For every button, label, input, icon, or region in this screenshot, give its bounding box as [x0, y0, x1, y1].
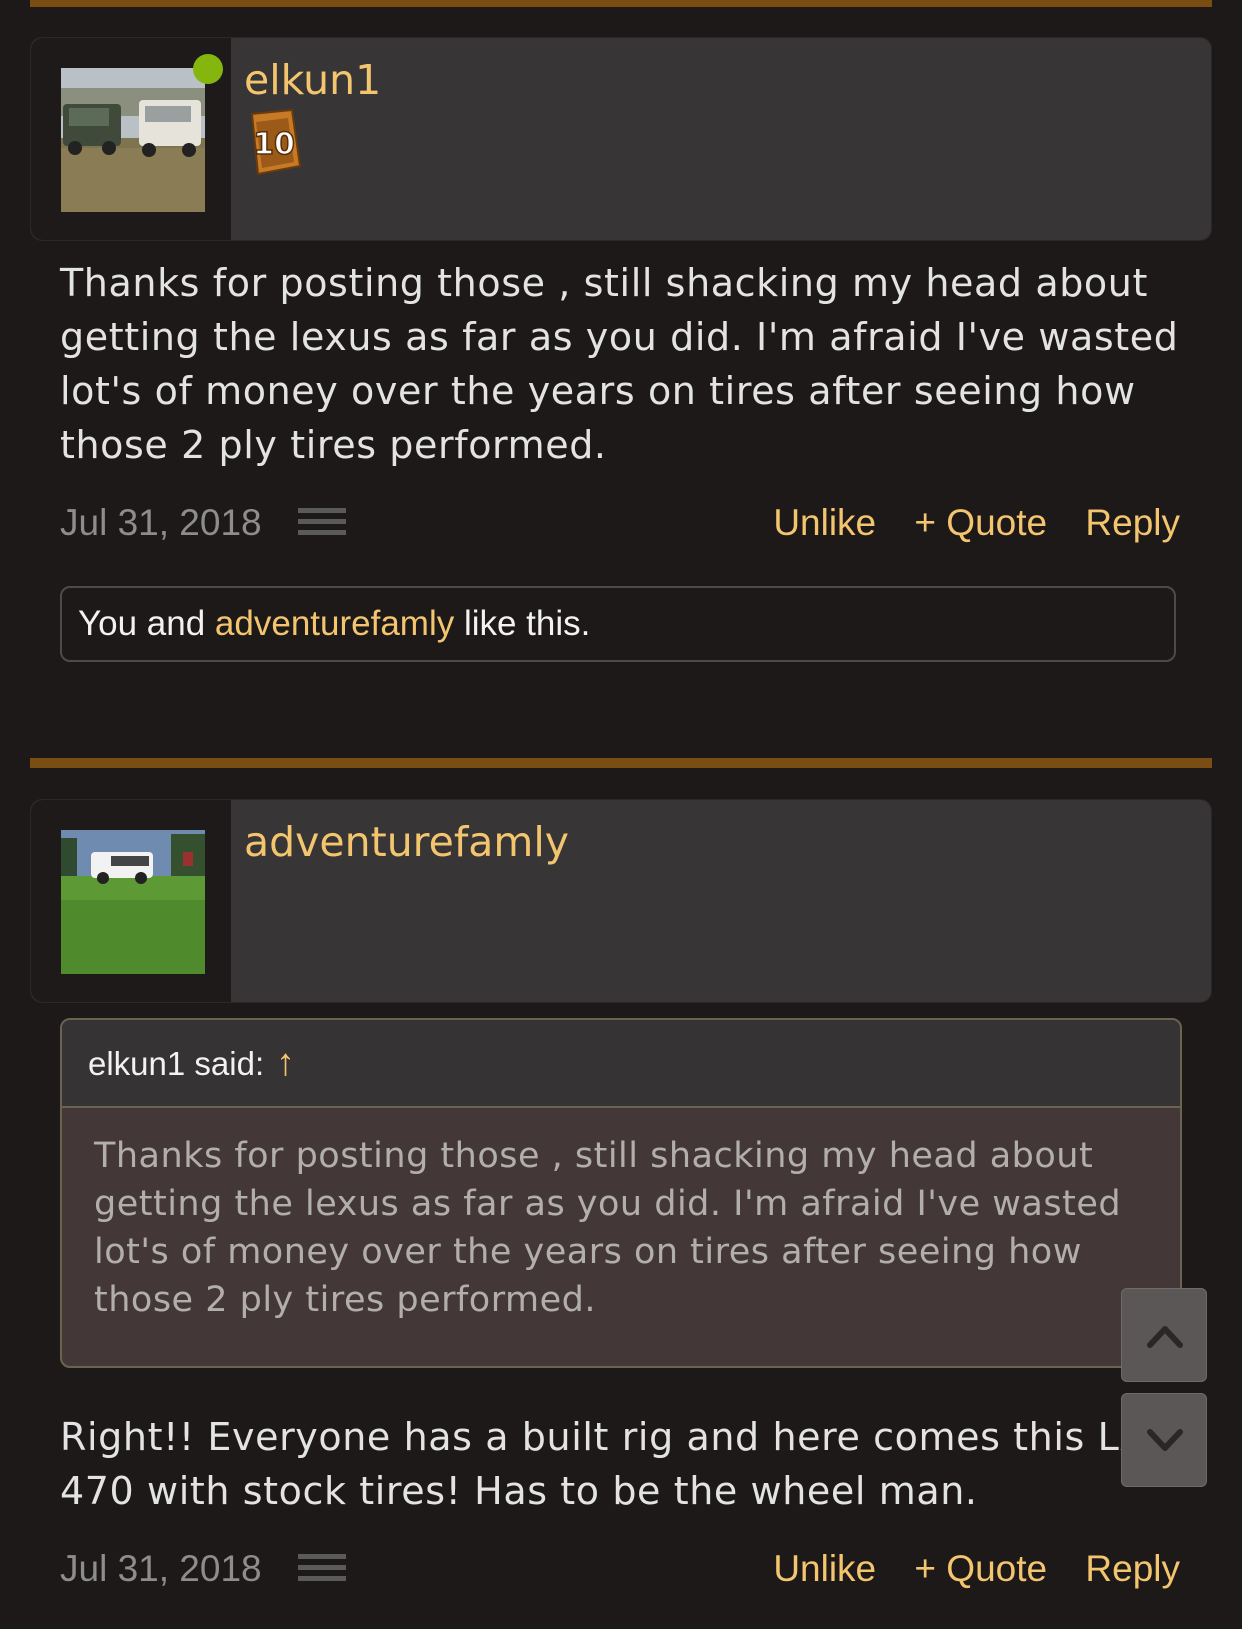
unlike-button[interactable]: Unlike: [773, 502, 876, 543]
liker-link[interactable]: adventurefamly: [215, 604, 454, 643]
jump-to-quote-icon[interactable]: ↑: [276, 1042, 295, 1084]
likes-suffix: like this.: [454, 604, 591, 643]
scroll-up-button[interactable]: [1121, 1288, 1207, 1382]
menu-icon[interactable]: [298, 508, 346, 540]
post-message: Thanks for posting those , still shackin…: [60, 261, 1179, 467]
post-divider-top: [30, 0, 1212, 7]
quote-author: elkun1 said:: [88, 1045, 265, 1082]
quote-header: elkun1 said: ↑: [62, 1020, 1180, 1108]
trophy-badge-icon[interactable]: 10: [244, 108, 304, 178]
post-actions: Unlike + Quote Reply: [745, 1548, 1180, 1590]
online-status-indicator: [193, 54, 223, 84]
post-message: Right!! Everyone has a built rig and her…: [60, 1415, 1146, 1513]
user-card-adventurefamly: adventurefamly: [30, 799, 1212, 1003]
likes-prefix: You and: [78, 604, 215, 643]
reply-button[interactable]: Reply: [1085, 1548, 1180, 1589]
avatar-container: [31, 800, 231, 1002]
quote-button[interactable]: + Quote: [914, 1548, 1047, 1589]
post-divider: [30, 758, 1212, 768]
post-actions: Unlike + Quote Reply: [745, 502, 1180, 544]
quote-block: elkun1 said: ↑ Thanks for posting those ,…: [60, 1018, 1182, 1368]
reply-button[interactable]: Reply: [1085, 502, 1180, 543]
avatar[interactable]: [61, 830, 205, 974]
chevron-up-icon: [1147, 1326, 1183, 1348]
avatar-container: [31, 38, 231, 240]
quote-button[interactable]: + Quote: [914, 502, 1047, 543]
quote-text: Thanks for posting those , still shackin…: [94, 1136, 1122, 1320]
post-meta: Jul 31, 2018 Unlike + Quote Reply: [60, 1548, 1180, 1598]
menu-icon[interactable]: [298, 1554, 346, 1586]
svg-text:10: 10: [253, 127, 295, 162]
username[interactable]: adventurefamly: [244, 818, 569, 866]
post-date[interactable]: Jul 31, 2018: [60, 502, 262, 544]
likes-summary: You and adventurefamly like this.: [60, 586, 1176, 662]
scroll-down-button[interactable]: [1121, 1393, 1207, 1487]
unlike-button[interactable]: Unlike: [773, 1548, 876, 1589]
chevron-down-icon: [1147, 1429, 1183, 1451]
user-card-elkun1: elkun1 10: [30, 37, 1212, 241]
avatar[interactable]: [61, 68, 205, 212]
post-meta: Jul 31, 2018 Unlike + Quote Reply: [60, 502, 1180, 552]
post-date[interactable]: Jul 31, 2018: [60, 1548, 262, 1590]
username[interactable]: elkun1: [244, 56, 381, 104]
